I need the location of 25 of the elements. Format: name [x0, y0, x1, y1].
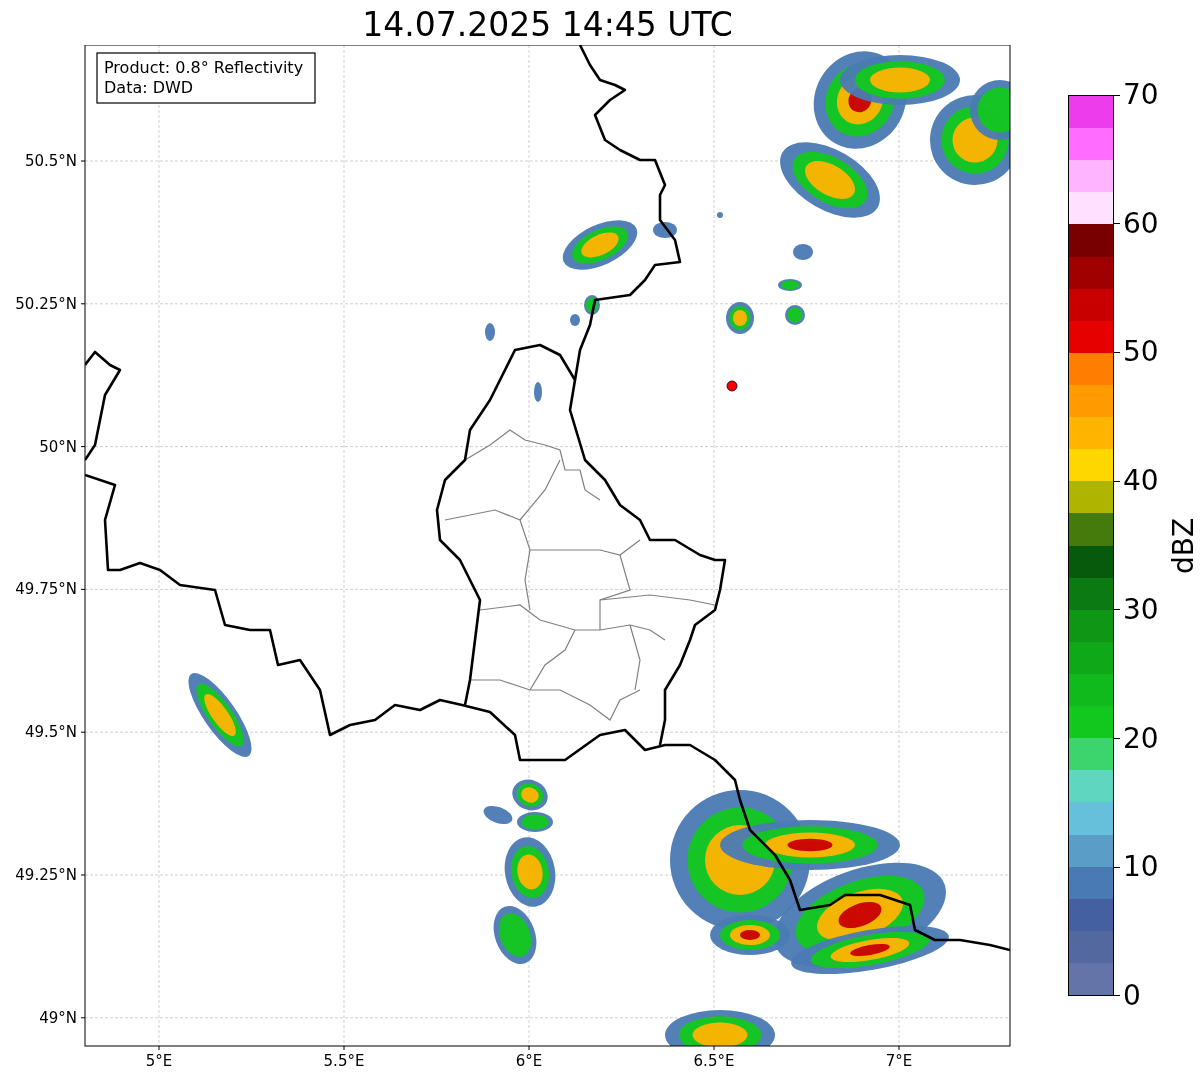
axis-tick-label: 5°E	[145, 1052, 173, 1070]
colorbar-label: dBZ	[1167, 517, 1200, 574]
axis-tick-label: 49°N	[39, 1008, 77, 1027]
colorbar-tick-label: 20	[1123, 724, 1159, 753]
axis-tick-label: 50°N	[39, 437, 77, 456]
info-text: Data: DWD	[104, 78, 194, 97]
axis-tick-label: 6°E	[515, 1052, 543, 1070]
radar-site-marker	[726, 380, 738, 392]
colorbar-tick-label: 70	[1123, 81, 1159, 109]
colorbar-tick-label: 10	[1123, 853, 1159, 882]
colorbar-tick-label: 60	[1123, 209, 1159, 238]
info-text: Product: 0.8° Reflectivity	[104, 58, 304, 77]
axis-tick-label: 50.25°N	[15, 294, 77, 313]
colorbar-tick-label: 40	[1123, 467, 1159, 496]
axis-tick-label: 6.5°E	[693, 1052, 735, 1070]
colorbar-tick-label: 0	[1123, 981, 1141, 1010]
axis-tick-label: 49.75°N	[15, 580, 77, 599]
chart-title: 14.07.2025 14:45 UTC	[361, 4, 734, 45]
colorbar-tick-label: 30	[1123, 595, 1159, 624]
axis-tick-label: 49.5°N	[24, 723, 77, 742]
axis-tick-label: 50.5°N	[24, 152, 77, 170]
colorbar-tick-label: 50	[1123, 338, 1159, 367]
axis-tick-label: 7°E	[885, 1052, 913, 1070]
axis-tick-label: 49.25°N	[15, 866, 77, 884]
axis-tick-label: 5.5°E	[323, 1052, 365, 1070]
